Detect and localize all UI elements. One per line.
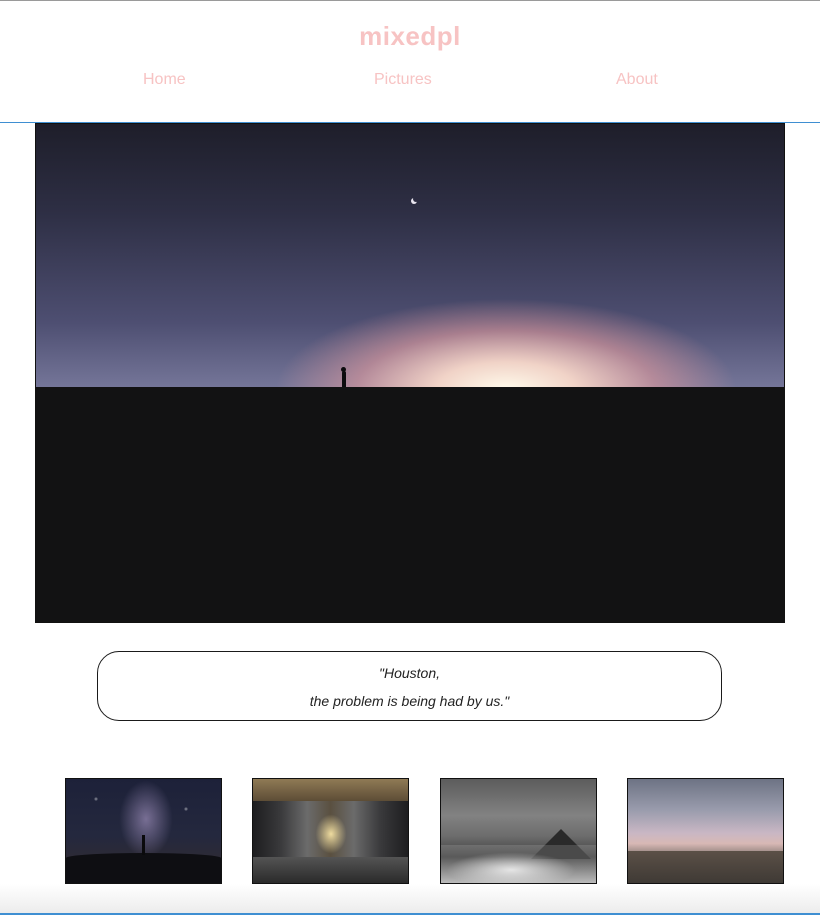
thumbnail-mist xyxy=(441,845,596,883)
thumbnail-misty-mountains[interactable] xyxy=(440,778,597,884)
bottom-fade xyxy=(0,884,820,913)
thumbnail-ground xyxy=(66,853,221,883)
quote-box: "Houston, the problem is being had by us… xyxy=(97,651,722,721)
thumbnail-milky-way[interactable] xyxy=(65,778,222,884)
thumbnail-ceiling xyxy=(253,779,408,801)
hero-horizon-ground xyxy=(36,387,784,622)
silhouette-person xyxy=(341,367,346,387)
thumbnail-cloudy-field[interactable] xyxy=(627,778,784,884)
thumbnail-cathedral[interactable] xyxy=(252,778,409,884)
nav-pictures-link[interactable]: Pictures xyxy=(374,71,432,89)
site-header: mixedpl Home Pictures About xyxy=(0,1,820,123)
site-logo[interactable]: mixedpl xyxy=(0,21,820,52)
moon-crescent xyxy=(413,196,419,202)
nav-about-link[interactable]: About xyxy=(616,71,658,89)
nav-home-link[interactable]: Home xyxy=(143,71,186,89)
thumbnail-floor xyxy=(253,857,408,883)
quote-line-1: "Houston, xyxy=(378,665,440,681)
quote-line-2: the problem is being had by us." xyxy=(309,693,510,709)
hero-image xyxy=(35,123,785,623)
thumbnail-figure xyxy=(142,835,145,855)
thumbnail-land xyxy=(628,851,783,883)
page: mixedpl Home Pictures About "Houston, th… xyxy=(0,0,820,915)
